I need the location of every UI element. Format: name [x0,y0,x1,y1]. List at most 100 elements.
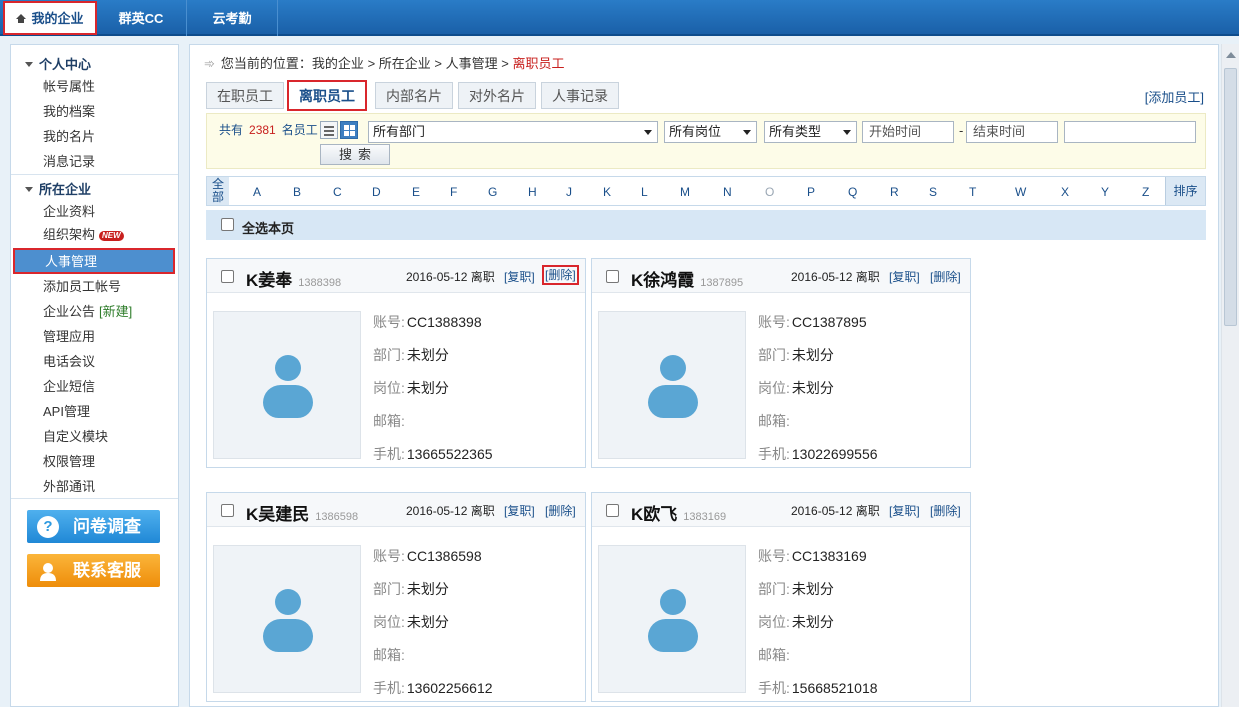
sidebar-item-hr-management[interactable]: 人事管理 [13,248,175,274]
vertical-scrollbar[interactable] [1221,44,1239,707]
letter-k[interactable]: K [603,185,611,199]
field-value: 未划分 [406,380,449,396]
reinstate-link[interactable]: [复职] [889,502,920,519]
letter-s[interactable]: S [929,185,937,199]
letter-j[interactable]: J [566,185,572,199]
grid-view-button[interactable] [340,121,358,139]
top-tab-cloud-attendance[interactable]: 云考勤 [187,0,278,36]
sidebar-item-permissions[interactable]: 权限管理 [43,453,95,471]
employee-name[interactable]: K徐鸿霞 1387895 [631,266,743,291]
breadcrumb-link[interactable]: 人事管理 [446,56,498,71]
tab-active-employees[interactable]: 在职员工 [206,82,284,109]
field-position: 岗位: 未划分 [373,612,449,632]
sidebar-item-my-card[interactable]: 我的名片 [43,128,95,146]
top-nav-bar: 我的企业 群英CC 云考勤 [0,0,1239,36]
breadcrumb-link[interactable]: 我的企业 [312,56,364,71]
letter-t[interactable]: T [969,185,976,199]
keyword-input[interactable] [1064,121,1196,143]
card-checkbox[interactable] [221,504,234,517]
top-tab-qunying-cc[interactable]: 群英CC [96,0,187,36]
name-text: K吴建民 [246,505,310,524]
card-checkbox[interactable] [221,270,234,283]
field-account: 账号: CC1388398 [373,312,482,332]
field-value: 13022699556 [791,446,878,462]
sidebar-item-my-profile[interactable]: 我的档案 [43,103,95,121]
letter-g[interactable]: G [488,185,497,199]
reinstate-link[interactable]: [复职] [889,268,920,285]
sidebar-item-conference-call[interactable]: 电话会议 [43,353,95,371]
top-tab-my-enterprise[interactable]: 我的企业 [3,1,97,35]
add-employee-link[interactable]: [添加员工] [1145,87,1204,106]
sidebar-item-external-comm[interactable]: 外部通讯 [43,478,95,496]
sidebar-item-custom-module[interactable]: 自定义模块 [43,428,108,446]
type-select[interactable]: 所有类型 [764,121,857,143]
avatar-body-icon [263,385,313,418]
letter-w[interactable]: W [1015,185,1026,199]
breadcrumb-link[interactable]: 所在企业 [379,56,431,71]
letter-h[interactable]: H [528,185,537,199]
letter-q[interactable]: Q [848,185,857,199]
sidebar-item-add-employee-account[interactable]: 添加员工帐号 [43,278,121,296]
select-all-label: 全选本页 [242,221,295,236]
sidebar-item-announcements[interactable]: 企业公告 [新建] [43,303,132,321]
end-time-input[interactable]: 结束时间 [966,121,1058,143]
letter-n[interactable]: N [723,185,732,199]
tab-external-cards[interactable]: 对外名片 [458,82,536,109]
new-announcement-link[interactable]: [新建] [99,304,132,319]
survey-button[interactable]: ? 问卷调查 [27,510,160,543]
letter-b[interactable]: B [293,185,301,199]
letter-m[interactable]: M [680,185,690,199]
sidebar-section-enterprise[interactable]: 所在企业 [25,179,91,198]
scroll-up-arrow-icon[interactable] [1226,52,1236,58]
field-label: 岗位: [758,614,790,630]
sidebar-item-api[interactable]: API管理 [43,403,90,421]
card-checkbox[interactable] [606,504,619,517]
letter-p[interactable]: P [807,185,815,199]
field-label: 手机: [758,446,790,462]
reinstate-link[interactable]: [复职] [504,502,535,519]
delete-link[interactable]: [删除] [930,268,961,285]
sidebar-item-messages[interactable]: 消息记录 [43,153,95,171]
sidebar-item-account-props[interactable]: 帐号属性 [43,78,95,96]
letter-x[interactable]: X [1061,185,1069,199]
employee-name[interactable]: K欧飞 1383169 [631,500,726,525]
search-button[interactable]: 搜索 [320,144,390,165]
letter-e[interactable]: E [412,185,420,199]
letter-l[interactable]: L [641,185,648,199]
letter-f[interactable]: F [450,185,457,199]
position-select[interactable]: 所有岗位 [664,121,757,143]
card-checkbox[interactable] [606,270,619,283]
sidebar-item-sms[interactable]: 企业短信 [43,378,95,396]
field-label: 邮箱: [373,413,405,429]
letter-a[interactable]: A [253,185,261,199]
start-time-input[interactable]: 开始时间 [862,121,954,143]
sidebar-section-personal[interactable]: 个人中心 [25,54,91,73]
field-account: 账号: CC1386598 [373,546,482,566]
letter-c[interactable]: C [333,185,342,199]
tab-internal-cards[interactable]: 内部名片 [375,82,453,109]
delete-link[interactable]: [删除] [542,265,579,285]
department-select[interactable]: 所有部门 [368,121,658,143]
sidebar-item-org-structure[interactable]: 组织架构 NEW [43,226,124,244]
contact-service-button[interactable]: 联系客服 [27,554,160,587]
tab-resigned-employees[interactable]: 离职员工 [287,80,367,111]
delete-link[interactable]: [删除] [930,502,961,519]
sidebar-item-company-info[interactable]: 企业资料 [43,203,95,221]
employee-name[interactable]: K姜奉 1388398 [246,266,341,291]
list-view-button[interactable] [320,121,338,139]
letter-z[interactable]: Z [1142,185,1149,199]
reinstate-link[interactable]: [复职] [504,268,535,285]
letter-d[interactable]: D [372,185,381,199]
alphabet-all[interactable]: 全部 [207,177,229,205]
letter-o[interactable]: O [765,185,774,199]
scrollbar-thumb[interactable] [1224,68,1237,326]
tab-hr-records[interactable]: 人事记录 [541,82,619,109]
delete-link[interactable]: [删除] [545,502,576,519]
sort-button[interactable]: 排序 [1165,177,1205,205]
letter-y[interactable]: Y [1101,185,1109,199]
select-all-checkbox[interactable] [221,218,234,231]
sidebar-item-manage-apps[interactable]: 管理应用 [43,328,95,346]
employee-name[interactable]: K吴建民 1386598 [246,500,358,525]
letter-r[interactable]: R [890,185,899,199]
field-value: CC1383169 [791,548,867,564]
